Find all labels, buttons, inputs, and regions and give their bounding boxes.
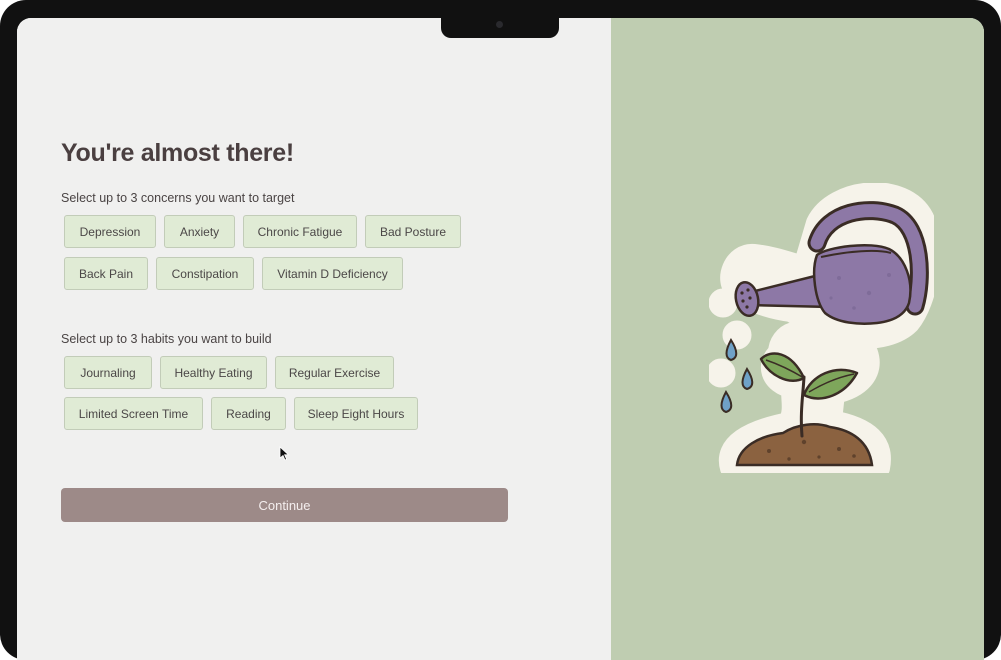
habit-chip-journaling[interactable]: Journaling bbox=[64, 356, 152, 389]
habit-chip-reading[interactable]: Reading bbox=[211, 397, 286, 430]
concern-chip-chronic-fatigue[interactable]: Chronic Fatigue bbox=[243, 215, 357, 248]
habit-chip-sleep-eight-hours[interactable]: Sleep Eight Hours bbox=[294, 397, 418, 430]
concern-chip-depression[interactable]: Depression bbox=[64, 215, 156, 248]
habit-chip-healthy-eating[interactable]: Healthy Eating bbox=[160, 356, 267, 389]
concern-chip-vitamin-d-deficiency[interactable]: Vitamin D Deficiency bbox=[262, 257, 403, 290]
concern-chip-constipation[interactable]: Constipation bbox=[156, 257, 254, 290]
watering-can-seedling-illustration bbox=[709, 183, 934, 473]
habit-chip-limited-screen-time[interactable]: Limited Screen Time bbox=[64, 397, 203, 430]
concern-chip-back-pain[interactable]: Back Pain bbox=[64, 257, 148, 290]
laptop-frame: You're almost there! Select up to 3 conc… bbox=[0, 0, 1001, 660]
mouse-cursor-icon bbox=[279, 446, 290, 461]
camera-icon bbox=[496, 21, 503, 28]
camera-notch bbox=[441, 14, 559, 38]
onboarding-form-panel: You're almost there! Select up to 3 conc… bbox=[17, 18, 611, 660]
concerns-label: Select up to 3 concerns you want to targ… bbox=[61, 191, 295, 205]
concern-chip-anxiety[interactable]: Anxiety bbox=[164, 215, 235, 248]
illustration-panel bbox=[611, 18, 984, 660]
screen: You're almost there! Select up to 3 conc… bbox=[17, 18, 984, 660]
page-title: You're almost there! bbox=[61, 139, 294, 167]
continue-button[interactable]: Continue bbox=[61, 488, 508, 522]
habit-chip-regular-exercise[interactable]: Regular Exercise bbox=[275, 356, 394, 389]
concern-chip-bad-posture[interactable]: Bad Posture bbox=[365, 215, 461, 248]
habits-label: Select up to 3 habits you want to build bbox=[61, 332, 272, 346]
